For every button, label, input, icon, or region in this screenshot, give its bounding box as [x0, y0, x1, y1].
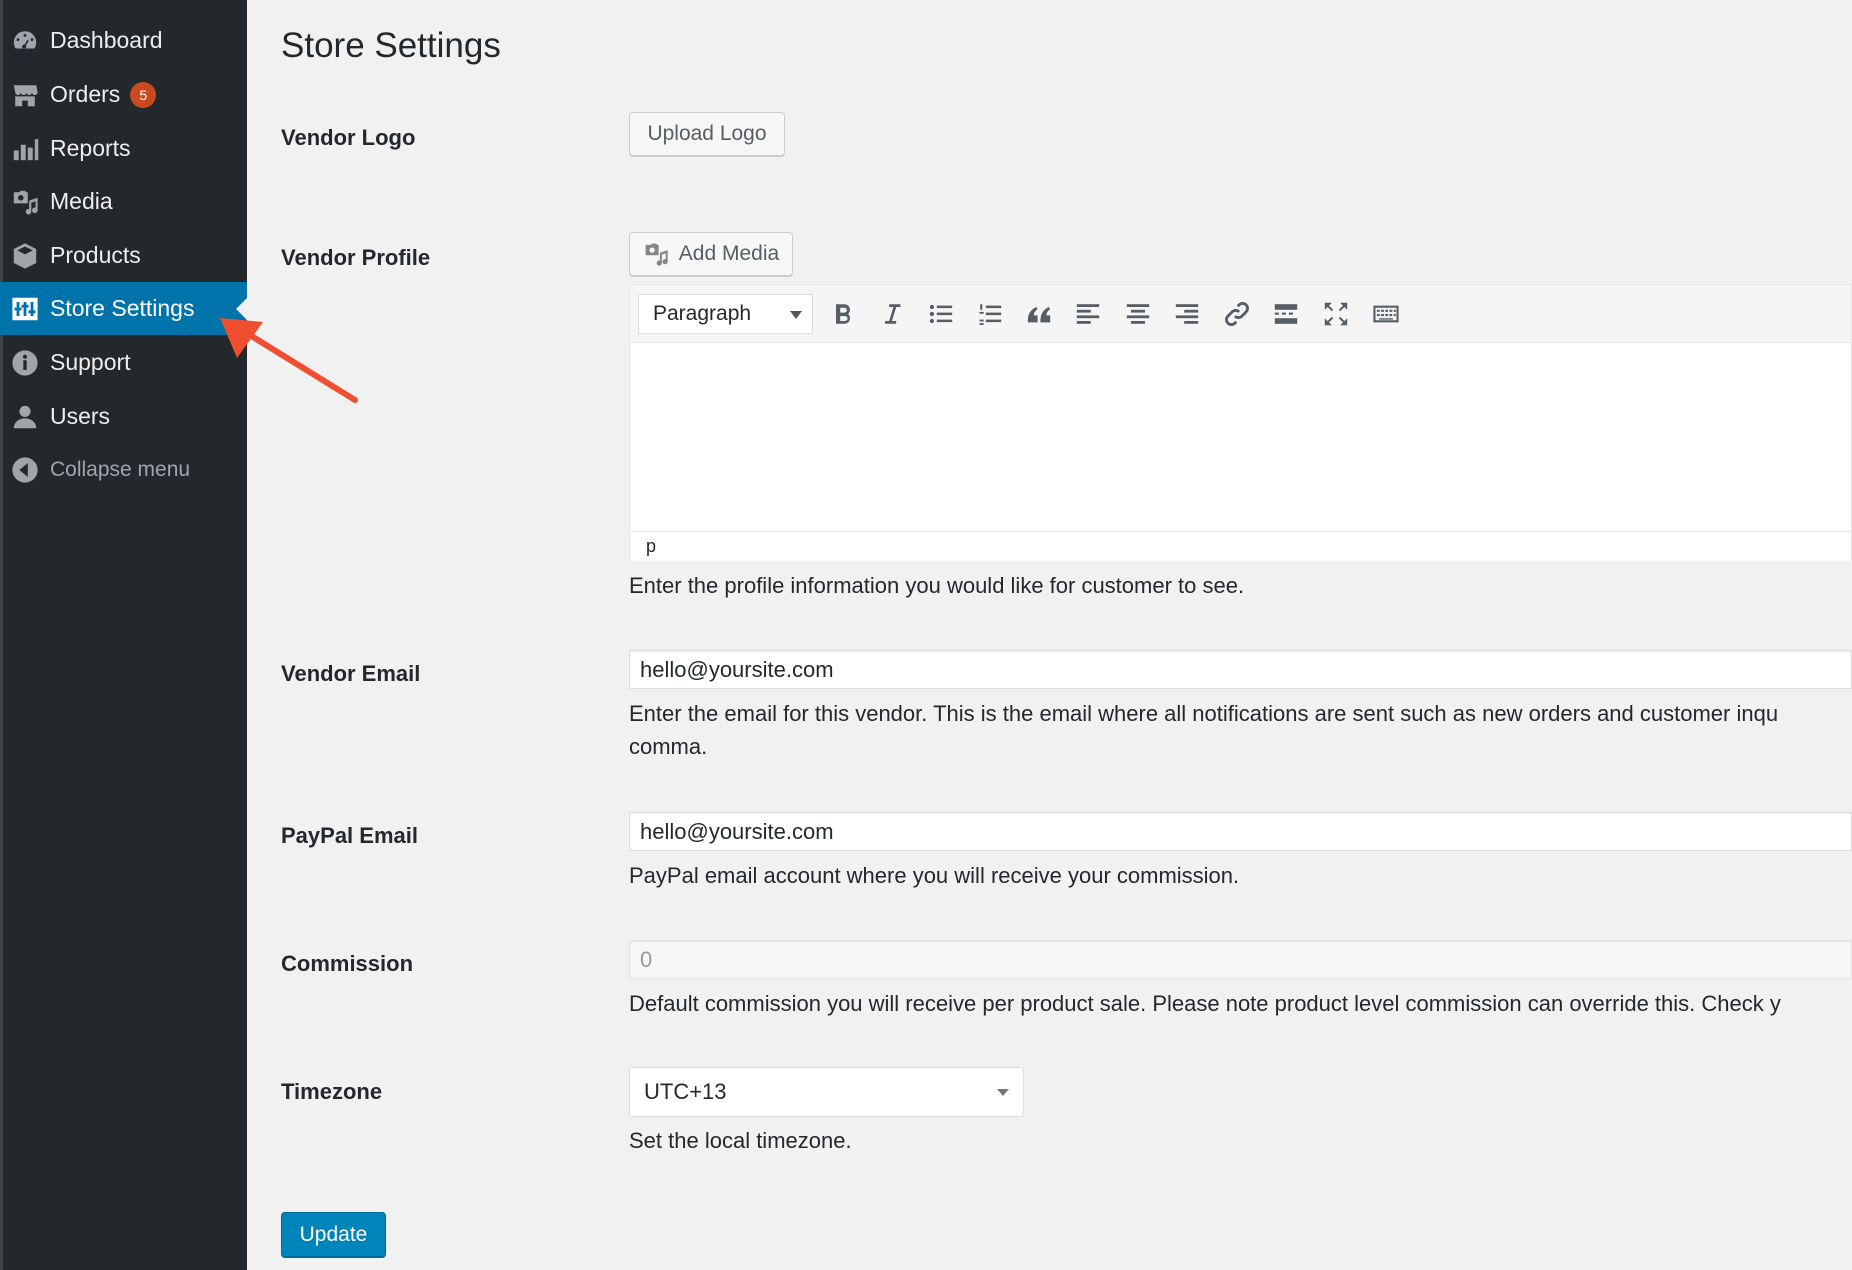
- add-media-label: Add Media: [678, 242, 780, 265]
- timezone-description: Set the local timezone.: [629, 1128, 852, 1153]
- format-select-value: Paragraph: [653, 302, 752, 325]
- editor-content-area[interactable]: [630, 343, 1851, 531]
- sidebar-item-label: Users: [50, 403, 111, 429]
- media-icon: [0, 188, 50, 216]
- vendor-profile-description: Enter the profile information you would …: [629, 573, 1245, 598]
- sidebar-item-users[interactable]: Users: [0, 390, 247, 443]
- vendor-profile-label: Vendor Profile: [281, 245, 431, 270]
- align-center-button[interactable]: [1120, 296, 1156, 332]
- collapse-menu-label: Collapse menu: [50, 457, 191, 481]
- bold-button[interactable]: [825, 296, 861, 332]
- box-icon: [0, 242, 50, 270]
- chart-bar-icon: [0, 135, 50, 163]
- bold-icon: [836, 304, 850, 324]
- sidebar-item-reports[interactable]: Reports: [0, 122, 247, 175]
- format-select[interactable]: Paragraph: [638, 294, 813, 334]
- sidebar-item-label: Support: [50, 349, 131, 375]
- timezone-label: Timezone: [281, 1079, 383, 1104]
- sidebar-item-label: Dashboard: [50, 27, 163, 53]
- align-right-icon: [1175, 304, 1199, 324]
- paypal-email-input[interactable]: [629, 812, 1852, 851]
- timezone-select-value: UTC+13: [644, 1079, 727, 1104]
- chevron-down-icon: [790, 311, 802, 319]
- vendor-email-description: Enter the email for this vendor. This is…: [629, 701, 1779, 726]
- sidebar-item-store-settings[interactable]: Store Settings: [0, 282, 247, 335]
- blockquote-button[interactable]: [1021, 296, 1057, 332]
- italic-button[interactable]: [874, 296, 910, 332]
- chevron-down-icon: [997, 1089, 1009, 1096]
- insert-link-button[interactable]: [1219, 296, 1255, 332]
- vendor-logo-label: Vendor Logo: [281, 125, 416, 150]
- sidebar-item-support[interactable]: Support: [0, 336, 247, 389]
- sidebar-item-label: Store Settings: [50, 295, 195, 321]
- numbered-list-icon: [979, 304, 1002, 325]
- vendor-email-label: Vendor Email: [281, 661, 421, 686]
- sidebar-item-media[interactable]: Media: [0, 175, 247, 228]
- editor-toolbar: Paragraph: [630, 285, 1851, 343]
- paypal-email-label: PayPal Email: [281, 823, 418, 848]
- sidebar-item-label: Orders: [50, 81, 121, 107]
- align-right-button[interactable]: [1169, 296, 1205, 332]
- sidebar-item-label: Reports: [50, 135, 131, 161]
- sidebar-item-label: Products: [50, 242, 141, 268]
- bulleted-list-icon: [929, 304, 953, 324]
- fullscreen-icon: [1324, 302, 1348, 326]
- update-button[interactable]: Update: [281, 1212, 386, 1257]
- sidebar-item-dashboard[interactable]: Dashboard: [0, 14, 247, 67]
- numbered-list-button[interactable]: [972, 296, 1008, 332]
- align-center-icon: [1126, 304, 1150, 324]
- orders-count-badge: 5: [130, 81, 157, 108]
- align-left-button[interactable]: [1070, 296, 1106, 332]
- app-root: Dashboard Orders 5 Reports Media Product…: [0, 0, 1852, 1270]
- sidebar-item-orders[interactable]: Orders 5: [0, 68, 247, 121]
- collapse-menu-button[interactable]: Collapse menu: [0, 443, 247, 496]
- settings-sliders-icon: [0, 295, 50, 323]
- upload-logo-button[interactable]: Upload Logo: [629, 112, 785, 156]
- read-more-button[interactable]: [1268, 296, 1304, 332]
- bulleted-list-button[interactable]: [923, 296, 959, 332]
- link-icon: [1225, 302, 1249, 326]
- admin-sidebar: Dashboard Orders 5 Reports Media Product…: [0, 0, 247, 1270]
- timezone-select[interactable]: UTC+13: [629, 1067, 1024, 1117]
- profile-editor: Paragraph p: [629, 284, 1852, 561]
- store-icon: [0, 81, 50, 109]
- fullscreen-button[interactable]: [1318, 296, 1354, 332]
- italic-icon: [885, 304, 901, 324]
- read-more-icon: [1274, 304, 1298, 324]
- commission-label: Commission: [281, 951, 414, 976]
- commission-input: [629, 940, 1852, 979]
- align-left-icon: [1076, 304, 1100, 324]
- add-media-button[interactable]: Add Media: [629, 232, 793, 276]
- collapse-arrow-icon: [0, 456, 50, 484]
- commission-description: Default commission you will receive per …: [629, 991, 1781, 1016]
- editor-element-path: p: [630, 531, 1851, 561]
- vendor-email-description-cont: comma.: [629, 734, 708, 759]
- user-icon: [0, 403, 50, 431]
- sidebar-item-label: Media: [50, 188, 113, 214]
- page-title: Store Settings: [281, 26, 501, 65]
- main-content: Store Settings Vendor Logo Upload Logo V…: [247, 0, 1852, 1270]
- info-icon: [0, 349, 50, 377]
- dashboard-icon: [0, 27, 50, 55]
- paypal-email-description: PayPal email account where you will rece…: [629, 863, 1240, 888]
- toolbar-toggle-button[interactable]: [1368, 296, 1404, 332]
- sidebar-item-products[interactable]: Products: [0, 229, 247, 282]
- add-media-icon: [645, 243, 668, 266]
- quote-icon: [1027, 307, 1051, 323]
- vendor-email-input[interactable]: [629, 650, 1852, 689]
- keyboard-icon: [1373, 305, 1399, 323]
